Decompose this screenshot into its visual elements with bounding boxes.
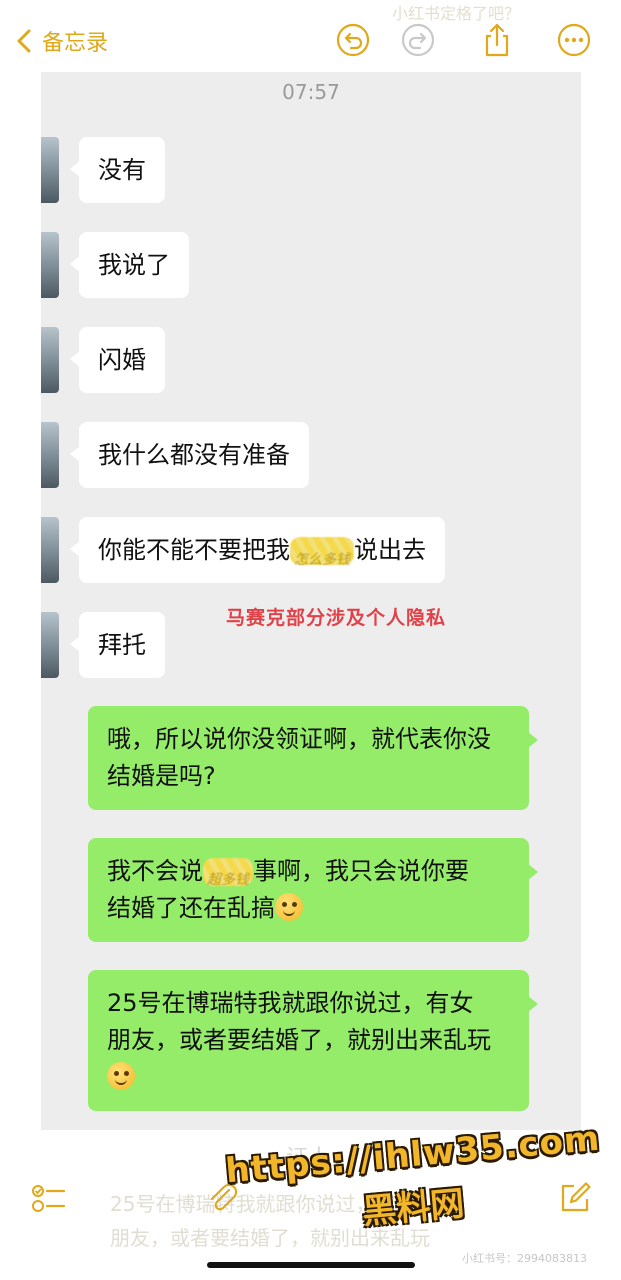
avatar	[41, 422, 59, 488]
privacy-mosaic: 超多钱	[203, 858, 253, 888]
more-icon	[557, 23, 591, 57]
privacy-note: 马赛克部分涉及个人隐私	[226, 607, 447, 629]
redo-button[interactable]	[400, 22, 436, 58]
faint-background-text: 小红书定格了吧？	[392, 4, 521, 23]
compose-button[interactable]	[557, 1180, 593, 1216]
chat-screenshot: 07:57 没有 我说了 闪婚 我什么都没有准备 你能不能不要把我 怎么多钱 说出去…	[41, 72, 581, 1130]
back-label: 备忘录	[42, 31, 109, 56]
incoming-message: 拜托	[70, 612, 165, 678]
incoming-message: 你能不能不要把我 怎么多钱 说出去	[70, 517, 445, 583]
smile-emoji-icon	[275, 893, 303, 921]
undo-icon	[336, 23, 370, 57]
incoming-message: 我什么都没有准备	[70, 422, 309, 488]
share-button[interactable]	[479, 22, 515, 58]
smile-emoji-icon	[107, 1062, 135, 1090]
checklist-button[interactable]	[30, 1180, 66, 1216]
avatar	[41, 232, 59, 298]
watermark-name: 黑料网	[360, 1183, 466, 1233]
incoming-message: 闪婚	[70, 327, 165, 393]
avatar	[41, 327, 59, 393]
avatar	[41, 137, 59, 203]
outgoing-message: 25号在博瑞特我就跟你说过，有女 朋友，或者要结婚了，就别出来乱玩	[88, 970, 538, 1111]
undo-button[interactable]	[335, 22, 371, 58]
privacy-mosaic: 怎么多钱	[290, 537, 354, 568]
outgoing-message: 我不会说 超多钱 事啊，我只会说你要 结婚了还在乱搞	[88, 838, 538, 942]
redo-icon	[401, 23, 435, 57]
back-button[interactable]: 备忘录	[14, 24, 108, 58]
outgoing-message: 哦，所以说你没领证啊，就代表你没 结婚是吗?	[88, 706, 538, 810]
avatar	[41, 517, 59, 583]
compose-icon	[561, 1182, 591, 1212]
chat-timestamp: 07:57	[282, 80, 340, 104]
share-icon	[485, 23, 509, 57]
avatar	[41, 612, 59, 678]
incoming-message: 我说了	[70, 232, 189, 298]
xiaohongshu-id: 小红书号：2994083813	[462, 1252, 587, 1265]
incoming-message: 没有	[70, 137, 165, 203]
checklist-icon	[32, 1185, 66, 1212]
chevron-left-icon	[17, 29, 31, 53]
more-button[interactable]	[556, 22, 592, 58]
home-indicator[interactable]	[207, 1262, 415, 1268]
top-bar: 小红书定格了吧？ 备忘录	[0, 0, 621, 78]
